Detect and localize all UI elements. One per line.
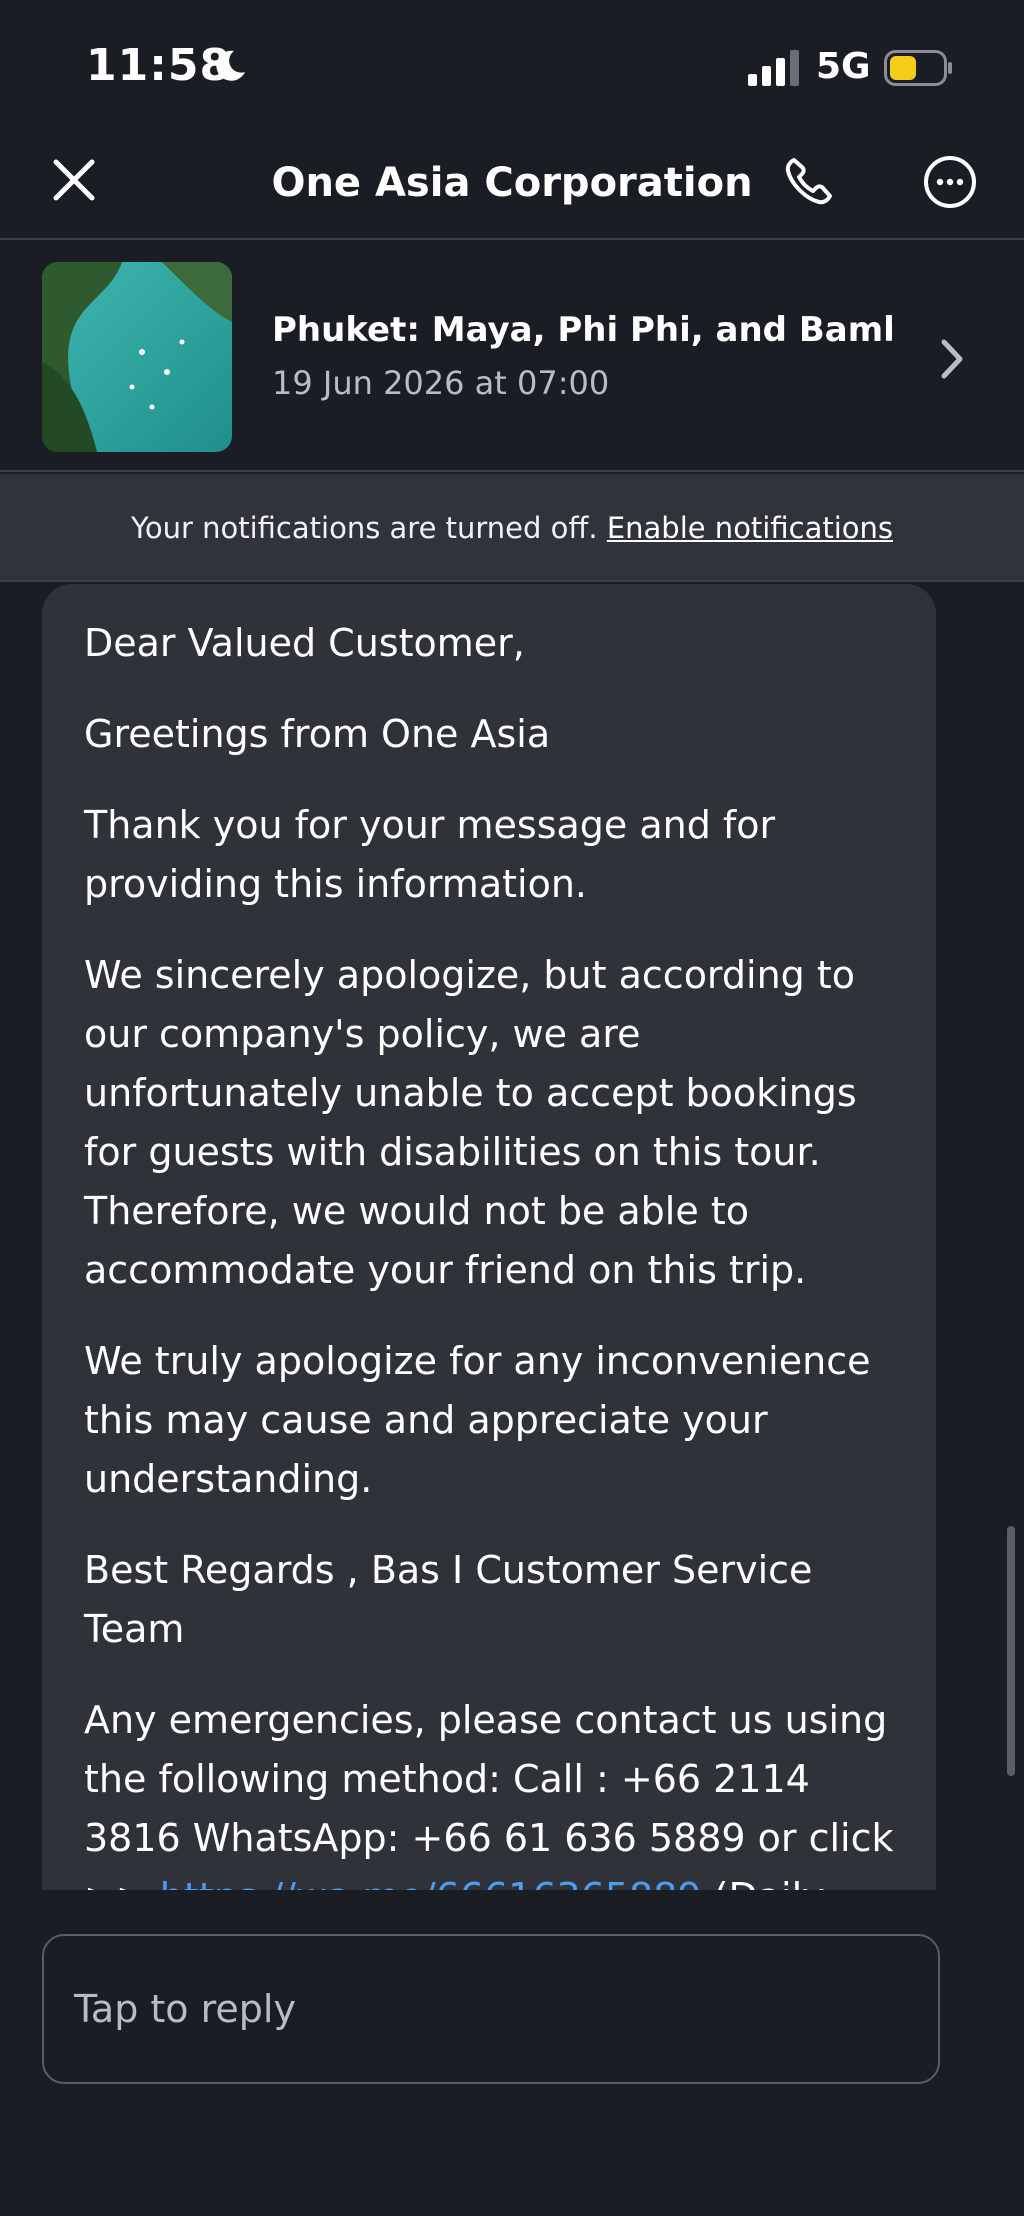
tour-date: 19 Jun 2026 at 07:00	[272, 364, 610, 402]
message-paragraph: We truly apologize for any inconvenience…	[84, 1339, 871, 1501]
moon-icon	[216, 50, 245, 81]
reply-input[interactable]: Tap to reply	[42, 1934, 940, 2084]
message-list[interactable]: Dear Valued Customer, Greetings from One…	[0, 584, 1024, 1890]
message-line: Greetings from One Asia	[84, 712, 551, 756]
network-label: 5G	[816, 46, 871, 87]
tour-title: Phuket: Maya, Phi Phi, and Bamboo...	[272, 310, 892, 350]
notification-text: Your notifications are turned off.	[130, 511, 598, 545]
message-paragraph: Thank you for your message and for provi…	[84, 803, 776, 906]
battery-icon	[884, 50, 952, 86]
notification-banner: Your notifications are turned off. Enabl…	[0, 474, 1024, 582]
message-paragraph: We sincerely apologize, but according to…	[84, 953, 857, 1292]
enable-notifications-link[interactable]: Enable notifications	[607, 511, 893, 545]
more-options-icon[interactable]	[922, 154, 978, 210]
chat-header: One Asia Corporation	[0, 140, 1024, 240]
status-bar: 11:58 5G	[0, 0, 1024, 140]
status-time: 11:58	[86, 40, 232, 91]
tour-thumbnail	[42, 262, 232, 452]
message-emergency: Any emergencies, please contact us using…	[84, 1691, 894, 1890]
chat-title: One Asia Corporation	[271, 160, 753, 206]
chevron-right-icon[interactable]	[932, 334, 972, 384]
whatsapp-link[interactable]: https://wa.me/66616365889	[160, 1875, 702, 1890]
message-bubble: Dear Valued Customer, Greetings from One…	[42, 584, 936, 1890]
message-signoff: Best Regards , Bas I Customer Service Te…	[84, 1548, 813, 1651]
scrollbar[interactable]	[1007, 1526, 1015, 1776]
signal-icon	[748, 50, 799, 86]
emergency-text: Any emergencies, please contact us using…	[84, 1698, 894, 1890]
phone-icon[interactable]	[782, 154, 836, 208]
message-greeting: Dear Valued Customer,	[84, 621, 525, 665]
tour-card[interactable]: Phuket: Maya, Phi Phi, and Bamboo... 19 …	[0, 242, 1024, 472]
